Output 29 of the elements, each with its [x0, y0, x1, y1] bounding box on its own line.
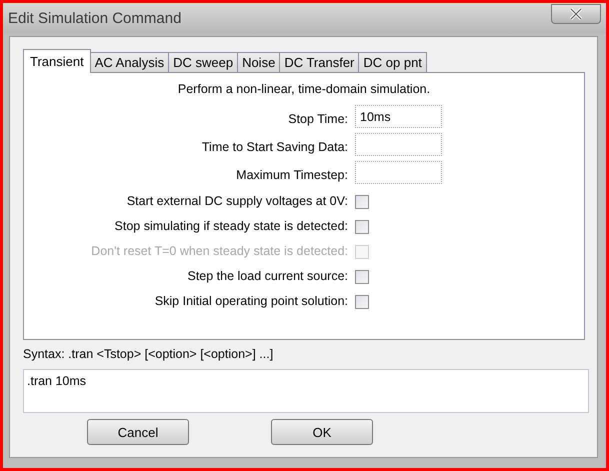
checkbox[interactable] [355, 220, 369, 234]
close-button[interactable] [551, 4, 601, 24]
input-field[interactable] [355, 133, 442, 156]
tab[interactable]: DC Transfer [279, 52, 360, 72]
checkbox[interactable] [355, 294, 369, 308]
cancel-button[interactable]: Cancel [87, 419, 189, 445]
option-label: Step the load current source: [186, 268, 348, 285]
option-label: Stop simulating if steady state is detected: [114, 218, 348, 235]
description-text: Perform a non-linear, time-domain simulation. [176, 82, 432, 96]
checkbox[interactable] [355, 270, 369, 284]
option-label: Don't reset T=0 when steady state is detected: [90, 243, 348, 260]
input-field[interactable]: 10ms [355, 105, 442, 128]
window-title: Edit Simulation Command [8, 10, 182, 27]
tab[interactable]: AC Analysis [90, 52, 170, 72]
command-field[interactable]: .tran 10ms [23, 369, 589, 413]
field-label: Stop Time: [287, 112, 348, 126]
tab[interactable]: DC op pnt [358, 52, 427, 72]
ok-button[interactable]: OK [271, 419, 373, 445]
checkbox[interactable] [355, 194, 369, 208]
tab[interactable]: Transient [23, 49, 91, 73]
tab[interactable]: Noise [237, 52, 280, 72]
field-label: Maximum Timestep: [235, 168, 348, 182]
option-label: Start external DC supply voltages at 0V: [126, 193, 348, 210]
close-icon [569, 8, 583, 20]
tab[interactable]: DC sweep [168, 52, 238, 72]
option-label: Skip Initial operating point solution: [154, 293, 348, 310]
syntax-text: Syntax: .tran <Tstop> [<option> [<option>] ...] [23, 347, 274, 361]
field-label: Time to Start Saving Data: [200, 140, 348, 154]
input-field[interactable] [355, 161, 442, 184]
